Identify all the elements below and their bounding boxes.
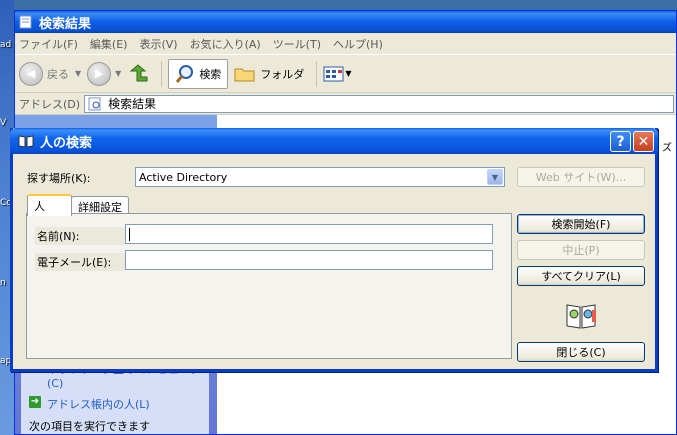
address-input[interactable]: 検索結果 — [84, 94, 674, 113]
dialog-title: 人の検索 — [40, 135, 93, 151]
folders-label: フォルダ — [260, 67, 305, 81]
back-label: 戻る — [47, 67, 69, 81]
find-people-dialog: 人の検索 ? ✕ 探す場所(K): Active Directory ▼ Web… — [10, 128, 658, 372]
green-arrow-icon: ➜ — [29, 396, 41, 408]
help-button[interactable]: ? — [610, 131, 631, 152]
search-button[interactable]: 検索 — [168, 58, 229, 89]
look-in-value: Active Directory — [139, 170, 228, 184]
text-caret — [129, 228, 130, 241]
search-results-icon — [88, 97, 101, 110]
menu-tools[interactable]: ツール(T) — [273, 36, 321, 52]
email-label: 電子メール(E): — [35, 253, 125, 271]
menu-favorites[interactable]: お気に入り(A) — [190, 36, 261, 52]
clear-all-button[interactable]: すべてクリア(L) — [517, 266, 645, 286]
close-icon: ✕ — [637, 133, 650, 150]
look-in-dropdown[interactable]: Active Directory ▼ — [135, 167, 505, 187]
forward-arrow-icon: ▶ — [87, 61, 112, 86]
stop-button[interactable]: 中止(P) — [517, 240, 645, 260]
menu-view[interactable]: 表示(V) — [139, 36, 177, 52]
name-input[interactable] — [125, 224, 493, 244]
chevron-down-icon: ▼ — [345, 69, 352, 78]
views-icon — [323, 66, 344, 81]
help-icon: ? — [616, 133, 625, 150]
dialog-title-bar[interactable]: 人の検索 ? ✕ — [10, 128, 658, 154]
views-button[interactable]: ▼ — [323, 65, 351, 83]
folder-icon — [234, 68, 255, 81]
people-tab-panel: 名前(N): 電子メール(E): — [26, 213, 512, 359]
close-dialog-button[interactable]: 閉じる(C) — [517, 342, 645, 362]
address-book-icon — [18, 135, 34, 148]
toolbar-separator — [161, 60, 163, 87]
website-button[interactable]: Web サイト(W)... — [517, 167, 645, 187]
back-button[interactable]: ◀ 戻る ▼ — [19, 61, 82, 86]
email-input[interactable] — [125, 250, 493, 270]
explorer-title-bar[interactable]: 検索結果 — [15, 11, 676, 33]
task-address-book[interactable]: ➜ アドレス帳内の人(L) — [29, 396, 201, 412]
address-label: アドレス(D) — [19, 97, 81, 111]
menu-edit[interactable]: 編集(E) — [90, 36, 128, 52]
desktop-icon-label[interactable]: V — [0, 118, 14, 128]
look-in-label: 探す場所(K): — [27, 172, 91, 185]
tasks-footer: 次の項目を実行できます — [29, 420, 150, 433]
task-label: アドレス帳内の人(L) — [47, 398, 150, 411]
up-arrow-icon — [129, 63, 148, 81]
search-label: 検索 — [199, 67, 222, 81]
folders-button[interactable]: フォルダ — [234, 65, 304, 83]
explorer-title: 検索結果 — [39, 16, 92, 32]
desktop-icon-label[interactable]: ad — [0, 40, 14, 50]
tab-people[interactable]: 人 — [27, 194, 72, 216]
up-folder-button[interactable] — [127, 63, 149, 85]
name-label: 名前(N): — [35, 227, 125, 245]
address-bar: アドレス(D) 検索結果 — [15, 93, 676, 115]
chevron-down-icon[interactable]: ▼ — [487, 169, 503, 185]
find-now-button[interactable]: 検索開始(F) — [517, 214, 645, 234]
toolbar-separator — [316, 60, 318, 87]
chevron-down-icon: ▼ — [115, 69, 122, 78]
address-value: 検索結果 — [108, 97, 157, 111]
toolbar: ◀ 戻る ▼ ▶ ▼ 検索 フォルダ ▼ — [15, 55, 676, 93]
menu-bar: ファイル(F) 編集(E) 表示(V) お気に入り(A) ツール(T) ヘルプ(… — [15, 33, 676, 55]
menu-help[interactable]: ヘルプ(H) — [333, 36, 383, 52]
forward-button[interactable]: ▶ ▼ — [87, 61, 122, 86]
menu-file[interactable]: ファイル(F) — [19, 36, 78, 52]
chevron-down-icon: ▼ — [75, 69, 82, 78]
close-button[interactable]: ✕ — [633, 131, 654, 152]
column-header-fragment: ズ — [662, 143, 672, 154]
address-book-icon — [566, 304, 596, 329]
search-results-icon — [19, 15, 32, 29]
back-arrow-icon: ◀ — [19, 61, 43, 86]
search-icon — [176, 64, 194, 83]
